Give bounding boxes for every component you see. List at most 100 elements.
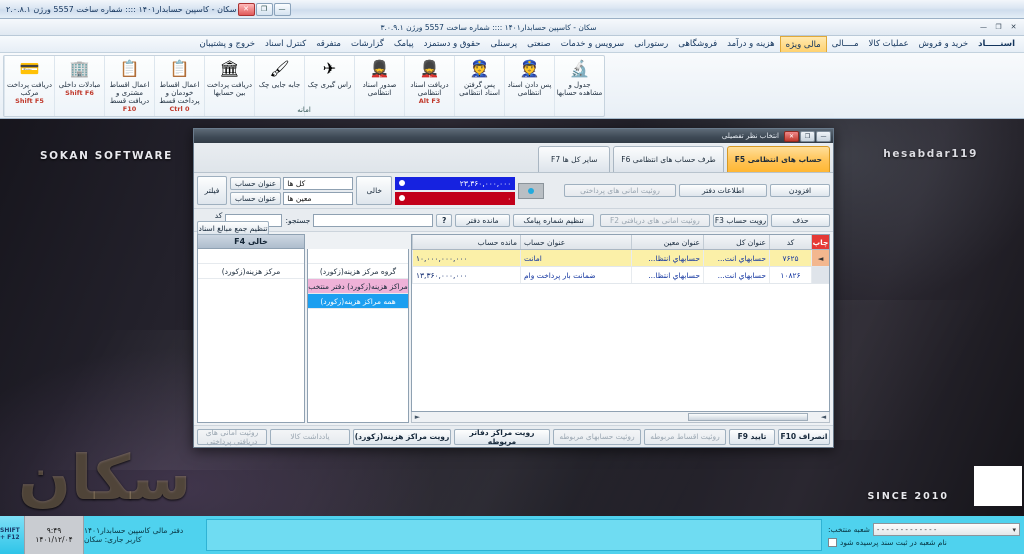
menubar[interactable]: اسنـــــاد خرید و فروش عملیات کالا مــــ…: [0, 36, 1024, 53]
sms-number-config-button[interactable]: تنظیم شماره پیامک: [513, 213, 594, 227]
app-close-icon[interactable]: ✕: [1007, 22, 1020, 33]
scrollbar-thumb[interactable]: [688, 413, 808, 421]
color-swatch[interactable]: [518, 182, 545, 199]
search-input[interactable]: [313, 213, 434, 227]
os-minimize-icon[interactable]: —: [273, 2, 291, 16]
menu-item-restorani[interactable]: رستورانی: [629, 36, 673, 52]
app-minimize-icon[interactable]: —: [977, 22, 990, 33]
os-window-controls[interactable]: — ❐ ✕: [237, 2, 294, 16]
menu-item-mali-vizhe[interactable]: مالی ویژه: [779, 36, 827, 52]
dialog-window-controls[interactable]: — ❐ ✕: [783, 130, 831, 142]
view-related-accounts-button[interactable]: روئیت حسابهای مربوطه: [553, 428, 641, 445]
row-selector-1[interactable]: [811, 267, 829, 283]
menu-item-hoghough[interactable]: حقوق و دستمزد: [419, 36, 486, 52]
dialog-close-icon[interactable]: ✕: [784, 130, 799, 142]
menu-item-personeli[interactable]: پرسنلی: [485, 36, 522, 52]
view-cost-centers-button[interactable]: رویت مراکز هزینه(زکورد): [353, 428, 451, 445]
taskbar-task-area[interactable]: [206, 519, 822, 551]
filter-row1-label[interactable]: عنوان حساب: [230, 176, 282, 190]
cost-center-list[interactable]: گروه مرکز هزینه(زکورد) مراکز هزینه(زکورد…: [307, 249, 409, 423]
menu-item-asnad[interactable]: اسنـــــاد: [973, 36, 1020, 52]
grid-header-hesab[interactable]: عنوان حساب: [520, 235, 631, 249]
list-item-cost-center[interactable]: مرکز هزینه(زکورد): [198, 264, 304, 279]
os-restore-icon[interactable]: ❐: [255, 2, 273, 16]
menu-item-service-khadamat[interactable]: سرویس و خدمات: [556, 36, 630, 52]
list-item[interactable]: [198, 249, 304, 264]
empty-panel: خالی F4 مرکز هزینه(زکورد): [197, 234, 305, 423]
table-row[interactable]: ۱۰۸۲۶ حسابهاي انت... حسابهاي انتظا... ضم…: [412, 267, 829, 284]
help-icon[interactable]: ?: [436, 213, 453, 227]
view-trust-transactions-button[interactable]: روئیت امانی های دریافتی پرداختی: [197, 428, 267, 446]
dialog-restore-icon[interactable]: ❐: [800, 130, 815, 142]
list-item[interactable]: [308, 249, 408, 264]
list-item-group-cost-center[interactable]: گروه مرکز هزینه(زکورد): [308, 264, 408, 279]
menu-item-gozareshat[interactable]: گزارشات: [346, 36, 389, 52]
app-window-controls[interactable]: ✕ ❐ —: [977, 22, 1024, 33]
add-button[interactable]: افزودن: [770, 184, 830, 197]
branch-combobox[interactable]: ▾ - - - - - - - - - - - - -: [872, 523, 1020, 536]
tab-sayer-kol-ha[interactable]: سایر کل ها F7: [538, 146, 611, 172]
dialog-minimize-icon[interactable]: —: [816, 130, 831, 142]
cancel-button[interactable]: انصراف F10: [778, 428, 830, 445]
view-related-ledger-centers-button[interactable]: رویت مراکز دفاتر مربوطه: [454, 428, 550, 446]
view-paid-trust-button[interactable]: روئیت امانی های پرداختی: [564, 184, 676, 197]
grid-header-row: چاپ کد عنوان کل عنوان معین عنوان حساب ما…: [412, 235, 829, 250]
ledger-info-button[interactable]: اطلاعات دفتر: [679, 184, 767, 197]
ask-branch-checkbox[interactable]: [828, 538, 837, 547]
menu-item-hazine-daramad[interactable]: هزینه و درآمد: [722, 36, 779, 52]
grid-header-mande[interactable]: مانده حساب: [412, 235, 520, 249]
scroll-right-arrow-icon[interactable]: ►: [412, 413, 423, 421]
os-titlebar-text: سکان - کاسپین حسابدار۱۴۰۱ :::: شماره ساخ…: [6, 4, 237, 14]
filter-button[interactable]: فیلتر: [197, 176, 227, 205]
row-moein-0: حسابهاي انتظا...: [631, 250, 703, 266]
view-received-trust-button[interactable]: روئیت امانی های دریافتی F2: [599, 213, 710, 227]
list-item-all-cost-centers[interactable]: همه مراکز هزینه(زکورد): [308, 294, 408, 309]
grid-horizontal-scrollbar[interactable]: ◄ ►: [411, 412, 830, 423]
ras-giri-icon: ✈: [322, 59, 337, 78]
menu-item-khorooj-poshtiban[interactable]: خروج و پشتیبان: [195, 36, 261, 52]
grid-header-code[interactable]: کد: [769, 235, 811, 249]
tab-hesab-entezami[interactable]: حساب های انتظامی F5: [726, 146, 830, 172]
menu-item-sanati[interactable]: صنعتی: [522, 36, 556, 52]
ribbon-label-11: دریافت پرداخت مرکب: [6, 81, 53, 98]
taskbar-clock[interactable]: ۹:۴۹ ۱۴۰۱/۱۲/۰۴: [24, 516, 84, 554]
delete-button[interactable]: حذف: [771, 213, 830, 227]
list-item-selected-ledger-centers[interactable]: مراکز هزینه(زکورد) دفتر منتخب: [308, 279, 408, 294]
menu-item-control-asnad[interactable]: کنترل اسناد: [260, 36, 311, 52]
blue-bar-dot: [399, 180, 406, 186]
empty-filter-button[interactable]: خالی: [356, 176, 393, 205]
menu-item-payamak[interactable]: پیامک: [389, 36, 419, 52]
grid-header-moein[interactable]: عنوان معین: [631, 235, 703, 249]
view-installments-button[interactable]: روئیت اقساط مربوطه: [644, 428, 726, 445]
ledger-balance-button[interactable]: مانده دفتر: [455, 213, 511, 227]
menu-item-mali[interactable]: مــــالی: [827, 36, 864, 52]
row-selector-0[interactable]: ◄: [811, 250, 829, 266]
menu-item-motefarreghe[interactable]: متفرقه: [311, 36, 346, 52]
empty-panel-header[interactable]: خالی F4: [197, 234, 305, 249]
filter-row2-label[interactable]: عنوان حساب: [230, 191, 282, 205]
menu-item-kharid-foroush[interactable]: خرید و فروش: [914, 36, 974, 52]
table-row[interactable]: ◄ ۷۶۲۵ حسابهاي انت... حسابهاي انتظا... ا…: [412, 250, 829, 267]
taskbar-shift-hotkey-badge[interactable]: SHIFT + F12: [0, 516, 24, 554]
row-mande-1: ۱۳,۳۶۰,۰۰۰,۰۰۰: [412, 267, 520, 283]
goods-note-button[interactable]: یادداشت کالا: [270, 428, 350, 445]
filter-row2-value[interactable]: معین ها: [283, 191, 354, 205]
confirm-button[interactable]: تایید F9: [729, 428, 775, 445]
scroll-left-arrow-icon[interactable]: ◄: [818, 413, 829, 421]
row-hesab-1: ضمانت بار پرداخت وام: [520, 267, 631, 283]
tab-taraf-hesab-entezami[interactable]: طرف حساب های انتظامی F6: [613, 146, 724, 172]
grid-header-kol[interactable]: عنوان کل: [703, 235, 769, 249]
os-close-icon[interactable]: ✕: [237, 2, 255, 16]
filter-row1-value[interactable]: کل ها: [283, 176, 354, 190]
menu-item-amaliyat-kala[interactable]: عملیات کالا: [864, 36, 914, 52]
view-account-button[interactable]: رویت حساب F3: [712, 213, 768, 227]
menu-item-forushgahi[interactable]: فروشگاهی: [673, 36, 722, 52]
app-restore-icon[interactable]: ❐: [992, 22, 1005, 33]
grid-header-print[interactable]: چاپ: [811, 235, 829, 249]
sum-config-button[interactable]: تنظیم جمع مبالغ اسناد: [197, 221, 269, 235]
accounts-grid-column: چاپ کد عنوان کل عنوان معین عنوان حساب ما…: [411, 234, 830, 423]
dialog-title-text: انتخاب نظر تفصیلی: [721, 132, 779, 140]
filter-fields: کل ها عنوان حساب معین ها عنوان حساب: [230, 176, 354, 205]
receive-doc-icon: 💂: [419, 59, 440, 78]
empty-panel-list[interactable]: مرکز هزینه(زکورد): [197, 249, 305, 423]
